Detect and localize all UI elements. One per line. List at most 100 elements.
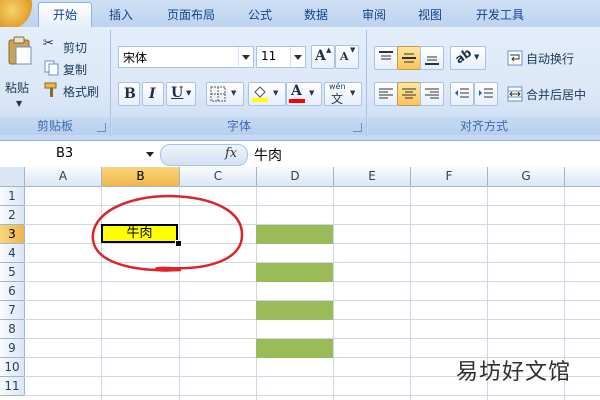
watermark-text: 易坊好文馆 <box>456 360 572 385</box>
tab-formulas[interactable]: 公式 <box>240 4 280 26</box>
tab-home[interactable]: 开始 <box>38 2 92 28</box>
column-header-partial[interactable] <box>565 167 600 187</box>
paint-bucket-icon <box>252 86 268 102</box>
font-size-value: 11 <box>261 49 277 63</box>
chevron-down-icon: ▼ <box>186 89 192 97</box>
font-color-swatch <box>289 99 305 103</box>
align-top-button[interactable] <box>374 46 398 70</box>
decrease-indent-button[interactable] <box>450 82 474 106</box>
phonetic-button[interactable]: wén 文 ▼ <box>324 82 362 106</box>
ribbon: 粘贴 ▼ ✂ 剪切 复制 格式刷 剪贴板 宋体 11 A ▲ A ▼ B I U… <box>0 27 600 141</box>
paste-button[interactable]: 粘贴 ▼ <box>2 32 38 116</box>
green-cell-d3[interactable] <box>256 225 333 244</box>
column-header-a[interactable]: A <box>25 167 102 187</box>
cut-label: 剪切 <box>63 41 88 55</box>
font-size-select[interactable]: 11 <box>256 46 306 68</box>
paste-label: 粘贴 <box>5 81 30 95</box>
orientation-button[interactable]: ab ▼ <box>450 45 486 70</box>
row-header-1[interactable]: 1 <box>0 187 25 206</box>
align-center-button[interactable] <box>397 82 421 106</box>
italic-button[interactable]: I <box>142 82 164 106</box>
gridline <box>24 395 600 396</box>
merge-center-button[interactable]: 合并后居中 <box>504 82 600 106</box>
font-group: 宋体 11 A ▲ A ▼ B I U ▼ ▼ ▼ A ▼ wén 文 ▼ 字体 <box>112 30 367 136</box>
column-header-b[interactable]: B <box>102 167 180 187</box>
font-name-value: 宋体 <box>123 51 148 65</box>
font-dialog-launcher-icon[interactable] <box>353 123 362 132</box>
office-button[interactable] <box>0 0 32 30</box>
align-bottom-button[interactable] <box>420 46 444 70</box>
column-header-c[interactable]: C <box>180 167 257 187</box>
wrap-text-label: 自动换行 <box>526 52 575 66</box>
row-header-10[interactable]: 10 <box>0 358 25 377</box>
align-right-button[interactable] <box>420 82 444 106</box>
tab-review[interactable]: 审阅 <box>354 4 394 26</box>
fill-color-button[interactable]: ▼ <box>248 82 286 106</box>
grow-font-button[interactable]: A ▲ <box>311 45 335 69</box>
cut-button[interactable]: ✂ 剪切 <box>42 36 108 56</box>
tab-view[interactable]: 视图 <box>410 4 450 26</box>
chevron-down-icon: ▼ <box>273 89 279 97</box>
clipboard-dialog-launcher-icon[interactable] <box>97 123 106 132</box>
name-box[interactable]: B3 <box>0 144 158 164</box>
format-painter-button[interactable]: 格式刷 <box>42 80 108 100</box>
tab-page-layout[interactable]: 页面布局 <box>158 4 224 26</box>
row-header-11[interactable]: 11 <box>0 377 25 396</box>
row-header-9[interactable]: 9 <box>0 339 25 358</box>
copy-button[interactable]: 复制 <box>42 58 108 78</box>
font-name-select[interactable]: 宋体 <box>118 46 254 68</box>
underline-button[interactable]: U ▼ <box>166 82 196 106</box>
gridline <box>256 186 257 400</box>
chevron-down-icon: ▼ <box>350 89 356 97</box>
increase-indent-icon <box>479 88 493 98</box>
insert-function-icon[interactable]: fx <box>225 146 237 161</box>
row-header-3[interactable]: 3 <box>0 225 25 244</box>
phonetic-icon: 文 <box>331 92 344 106</box>
tab-data[interactable]: 数据 <box>296 4 336 26</box>
increase-indent-button[interactable] <box>474 82 498 106</box>
wrap-text-button[interactable]: 自动换行 <box>504 46 598 70</box>
fx-button-area: fx <box>160 144 248 166</box>
chevron-down-icon: ▼ <box>231 89 237 97</box>
shrink-font-button[interactable]: A ▼ <box>335 45 359 69</box>
green-cell-d7[interactable] <box>256 301 333 320</box>
shrink-font-icon: A <box>340 50 349 63</box>
align-middle-button[interactable] <box>397 46 421 70</box>
chevron-down-icon: ▼ <box>474 53 480 61</box>
align-left-button[interactable] <box>374 82 398 106</box>
row-header-7[interactable]: 7 <box>0 301 25 320</box>
gridline <box>410 186 411 400</box>
tab-developer[interactable]: 开发工具 <box>466 4 534 26</box>
font-color-icon: A <box>291 83 302 99</box>
paste-icon <box>8 36 32 65</box>
select-all-corner[interactable] <box>0 167 25 187</box>
column-header-g[interactable]: G <box>488 167 565 187</box>
align-top-icon <box>379 51 393 60</box>
column-header-e[interactable]: E <box>334 167 411 187</box>
align-center-icon <box>402 88 416 99</box>
borders-button[interactable]: ▼ <box>206 82 244 106</box>
copy-icon <box>44 60 59 76</box>
align-bottom-icon <box>425 56 439 65</box>
fill-handle[interactable] <box>175 240 182 247</box>
chevron-down-icon <box>290 47 305 67</box>
wrap-text-icon <box>507 50 523 66</box>
align-left-icon <box>379 88 393 99</box>
green-cell-d5[interactable] <box>256 263 333 282</box>
underline-icon: U <box>171 85 184 101</box>
column-header-f[interactable]: F <box>411 167 488 187</box>
font-color-button[interactable]: A ▼ <box>286 82 322 106</box>
green-cell-d9[interactable] <box>256 339 333 358</box>
column-header-d[interactable]: D <box>257 167 334 187</box>
tab-insert[interactable]: 插入 <box>100 4 142 26</box>
selected-cell-b3[interactable]: 牛肉 <box>101 224 178 243</box>
row-header-5[interactable]: 5 <box>0 263 25 282</box>
alignment-group-label: 对齐方式 <box>368 117 600 135</box>
formula-input[interactable]: 牛肉 <box>254 145 282 165</box>
row-header-4[interactable]: 4 <box>0 244 25 263</box>
row-header-6[interactable]: 6 <box>0 282 25 301</box>
row-header-8[interactable]: 8 <box>0 320 25 339</box>
bold-button[interactable]: B <box>118 82 140 106</box>
format-painter-label: 格式刷 <box>63 85 100 99</box>
row-header-2[interactable]: 2 <box>0 206 25 225</box>
